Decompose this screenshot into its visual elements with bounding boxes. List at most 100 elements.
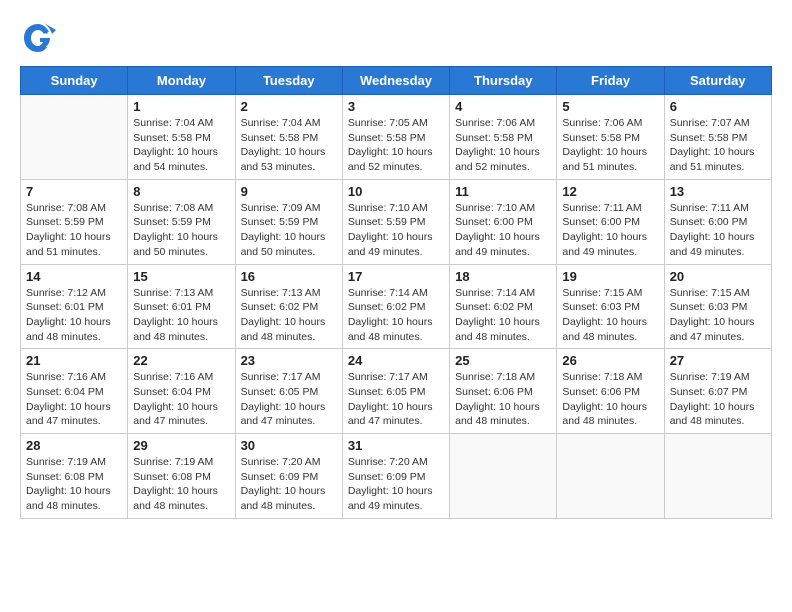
- day-header-friday: Friday: [557, 67, 664, 95]
- day-info: Sunrise: 7:18 AM Sunset: 6:06 PM Dayligh…: [562, 370, 658, 429]
- day-info: Sunrise: 7:18 AM Sunset: 6:06 PM Dayligh…: [455, 370, 551, 429]
- calendar-cell: 8 Sunrise: 7:08 AM Sunset: 5:59 PM Daylig…: [128, 179, 235, 264]
- day-number: 22: [133, 353, 229, 368]
- day-number: 1: [133, 99, 229, 114]
- calendar-cell: 22 Sunrise: 7:16 AM Sunset: 6:04 PM Dayli…: [128, 349, 235, 434]
- day-number: 8: [133, 184, 229, 199]
- day-info: Sunrise: 7:06 AM Sunset: 5:58 PM Dayligh…: [455, 116, 551, 175]
- calendar-cell: 15 Sunrise: 7:13 AM Sunset: 6:01 PM Dayli…: [128, 264, 235, 349]
- day-number: 26: [562, 353, 658, 368]
- calendar-cell: 11Sunrise: 7:10 AM Sunset: 6:00 PM Dayli…: [450, 179, 557, 264]
- day-number: 6: [670, 99, 766, 114]
- day-number: 12: [562, 184, 658, 199]
- calendar-cell: 14 Sunrise: 7:12 AM Sunset: 6:01 PM Dayli…: [21, 264, 128, 349]
- day-info: Sunrise: 7:07 AM Sunset: 5:58 PM Dayligh…: [670, 116, 766, 175]
- day-info: Sunrise: 7:14 AM Sunset: 6:02 PM Dayligh…: [348, 286, 444, 345]
- calendar-cell: 4Sunrise: 7:06 AM Sunset: 5:58 PM Daylig…: [450, 95, 557, 180]
- day-number: 13: [670, 184, 766, 199]
- day-info: Sunrise: 7:20 AM Sunset: 6:09 PM Dayligh…: [241, 455, 337, 514]
- day-info: Sunrise: 7:15 AM Sunset: 6:03 PM Dayligh…: [670, 286, 766, 345]
- day-info: Sunrise: 7:11 AM Sunset: 6:00 PM Dayligh…: [670, 201, 766, 260]
- calendar-cell: 12 Sunrise: 7:11 AM Sunset: 6:00 PM Dayli…: [557, 179, 664, 264]
- day-info: Sunrise: 7:09 AM Sunset: 5:59 PM Dayligh…: [241, 201, 337, 260]
- calendar-week-3: 14 Sunrise: 7:12 AM Sunset: 6:01 PM Dayli…: [21, 264, 772, 349]
- calendar-week-4: 21 Sunrise: 7:16 AM Sunset: 6:04 PM Dayli…: [21, 349, 772, 434]
- day-info: Sunrise: 7:19 AM Sunset: 6:08 PM Dayligh…: [26, 455, 122, 514]
- day-number: 28: [26, 438, 122, 453]
- calendar-cell: 5 Sunrise: 7:06 AM Sunset: 5:58 PM Daylig…: [557, 95, 664, 180]
- calendar-cell: 30 Sunrise: 7:20 AM Sunset: 6:09 PM Dayli…: [235, 434, 342, 519]
- calendar-cell: 17 Sunrise: 7:14 AM Sunset: 6:02 PM Dayli…: [342, 264, 449, 349]
- calendar-week-1: 1 Sunrise: 7:04 AM Sunset: 5:58 PM Daylig…: [21, 95, 772, 180]
- calendar-cell: 10 Sunrise: 7:10 AM Sunset: 5:59 PM Dayli…: [342, 179, 449, 264]
- day-number: 2: [241, 99, 337, 114]
- day-info: Sunrise: 7:19 AM Sunset: 6:07 PM Dayligh…: [670, 370, 766, 429]
- calendar-cell: 6 Sunrise: 7:07 AM Sunset: 5:58 PM Daylig…: [664, 95, 771, 180]
- day-header-saturday: Saturday: [664, 67, 771, 95]
- day-number: 25: [455, 353, 551, 368]
- page-header: [20, 20, 772, 56]
- day-number: 17: [348, 269, 444, 284]
- calendar-cell: 1 Sunrise: 7:04 AM Sunset: 5:58 PM Daylig…: [128, 95, 235, 180]
- day-number: 29: [133, 438, 229, 453]
- day-number: 20: [670, 269, 766, 284]
- day-number: 30: [241, 438, 337, 453]
- calendar-cell: 25 Sunrise: 7:18 AM Sunset: 6:06 PM Dayli…: [450, 349, 557, 434]
- day-number: 31: [348, 438, 444, 453]
- day-info: Sunrise: 7:16 AM Sunset: 6:04 PM Dayligh…: [133, 370, 229, 429]
- calendar-cell: 7 Sunrise: 7:08 AM Sunset: 5:59 PM Daylig…: [21, 179, 128, 264]
- calendar-cell: 3 Sunrise: 7:05 AM Sunset: 5:58 PM Daylig…: [342, 95, 449, 180]
- calendar-cell: 21 Sunrise: 7:16 AM Sunset: 6:04 PM Dayli…: [21, 349, 128, 434]
- day-number: 7: [26, 184, 122, 199]
- calendar-cell: 19 Sunrise: 7:15 AM Sunset: 6:03 PM Dayli…: [557, 264, 664, 349]
- day-number: 10: [348, 184, 444, 199]
- day-info: Sunrise: 7:20 AM Sunset: 6:09 PM Dayligh…: [348, 455, 444, 514]
- calendar-cell: 13 Sunrise: 7:11 AM Sunset: 6:00 PM Dayli…: [664, 179, 771, 264]
- day-info: Sunrise: 7:16 AM Sunset: 6:04 PM Dayligh…: [26, 370, 122, 429]
- day-number: 27: [670, 353, 766, 368]
- calendar-cell: [664, 434, 771, 519]
- calendar-cell: [450, 434, 557, 519]
- day-header-thursday: Thursday: [450, 67, 557, 95]
- day-info: Sunrise: 7:15 AM Sunset: 6:03 PM Dayligh…: [562, 286, 658, 345]
- day-info: Sunrise: 7:10 AM Sunset: 6:00 PM Dayligh…: [455, 201, 551, 260]
- calendar-cell: 18 Sunrise: 7:14 AM Sunset: 6:02 PM Dayli…: [450, 264, 557, 349]
- day-number: 3: [348, 99, 444, 114]
- day-info: Sunrise: 7:13 AM Sunset: 6:01 PM Dayligh…: [133, 286, 229, 345]
- day-header-tuesday: Tuesday: [235, 67, 342, 95]
- day-number: 21: [26, 353, 122, 368]
- calendar-cell: [21, 95, 128, 180]
- day-number: 24: [348, 353, 444, 368]
- day-info: Sunrise: 7:17 AM Sunset: 6:05 PM Dayligh…: [348, 370, 444, 429]
- day-number: 16: [241, 269, 337, 284]
- day-info: Sunrise: 7:12 AM Sunset: 6:01 PM Dayligh…: [26, 286, 122, 345]
- calendar-header-row: SundayMondayTuesdayWednesdayThursdayFrid…: [21, 67, 772, 95]
- day-number: 23: [241, 353, 337, 368]
- day-info: Sunrise: 7:04 AM Sunset: 5:58 PM Dayligh…: [133, 116, 229, 175]
- day-number: 19: [562, 269, 658, 284]
- calendar-week-5: 28 Sunrise: 7:19 AM Sunset: 6:08 PM Dayli…: [21, 434, 772, 519]
- day-number: 15: [133, 269, 229, 284]
- day-info: Sunrise: 7:08 AM Sunset: 5:59 PM Dayligh…: [26, 201, 122, 260]
- day-info: Sunrise: 7:14 AM Sunset: 6:02 PM Dayligh…: [455, 286, 551, 345]
- logo-icon: [20, 20, 56, 56]
- day-info: Sunrise: 7:17 AM Sunset: 6:05 PM Dayligh…: [241, 370, 337, 429]
- calendar-cell: 20 Sunrise: 7:15 AM Sunset: 6:03 PM Dayli…: [664, 264, 771, 349]
- day-info: Sunrise: 7:08 AM Sunset: 5:59 PM Dayligh…: [133, 201, 229, 260]
- day-info: Sunrise: 7:10 AM Sunset: 5:59 PM Dayligh…: [348, 201, 444, 260]
- day-info: Sunrise: 7:05 AM Sunset: 5:58 PM Dayligh…: [348, 116, 444, 175]
- day-info: Sunrise: 7:11 AM Sunset: 6:00 PM Dayligh…: [562, 201, 658, 260]
- day-info: Sunrise: 7:06 AM Sunset: 5:58 PM Dayligh…: [562, 116, 658, 175]
- day-number: 18: [455, 269, 551, 284]
- calendar-cell: 31 Sunrise: 7:20 AM Sunset: 6:09 PM Dayli…: [342, 434, 449, 519]
- day-header-sunday: Sunday: [21, 67, 128, 95]
- calendar-cell: 24 Sunrise: 7:17 AM Sunset: 6:05 PM Dayli…: [342, 349, 449, 434]
- calendar-cell: 16 Sunrise: 7:13 AM Sunset: 6:02 PM Dayli…: [235, 264, 342, 349]
- calendar-cell: 27 Sunrise: 7:19 AM Sunset: 6:07 PM Dayli…: [664, 349, 771, 434]
- calendar-cell: 23 Sunrise: 7:17 AM Sunset: 6:05 PM Dayli…: [235, 349, 342, 434]
- calendar-cell: 29Sunrise: 7:19 AM Sunset: 6:08 PM Dayli…: [128, 434, 235, 519]
- calendar-week-2: 7 Sunrise: 7:08 AM Sunset: 5:59 PM Daylig…: [21, 179, 772, 264]
- day-number: 14: [26, 269, 122, 284]
- day-info: Sunrise: 7:13 AM Sunset: 6:02 PM Dayligh…: [241, 286, 337, 345]
- day-number: 5: [562, 99, 658, 114]
